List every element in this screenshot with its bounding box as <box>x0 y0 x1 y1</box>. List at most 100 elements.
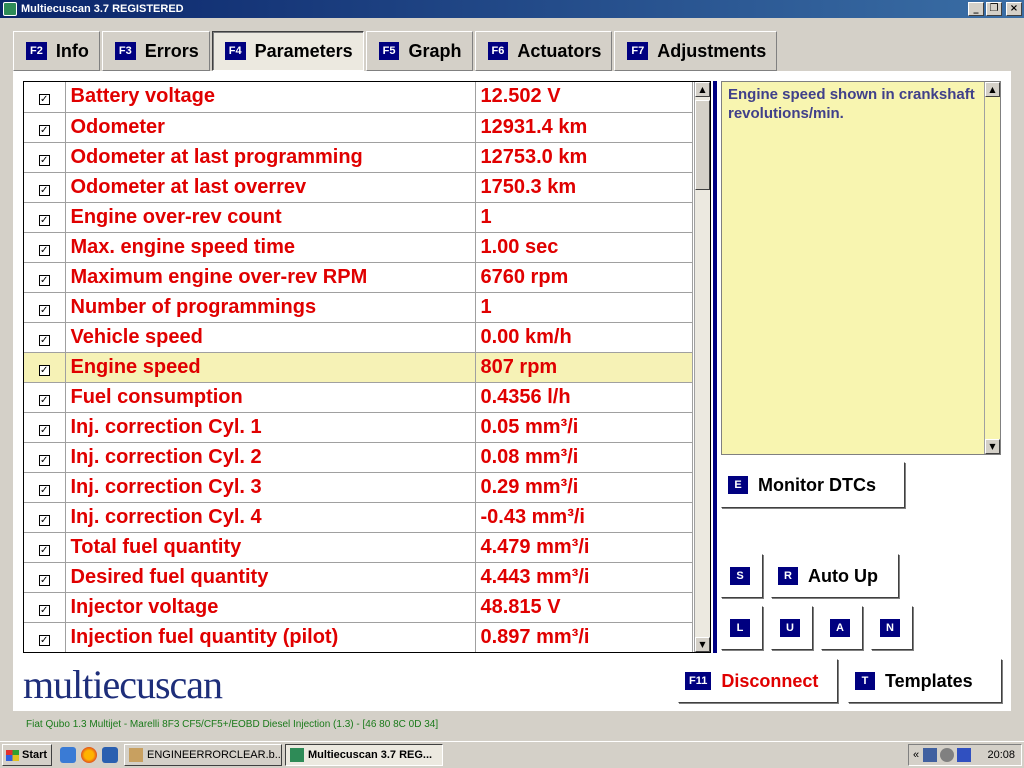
parameter-checkbox-cell[interactable]: ✓ <box>24 172 66 203</box>
parameter-checkbox[interactable]: ✓ <box>38 394 50 406</box>
auto-up-button[interactable]: R Auto Up <box>771 554 899 598</box>
parameter-checkbox[interactable]: ✓ <box>38 484 50 496</box>
tab-actuators[interactable]: F6 Actuators <box>474 31 613 71</box>
parameter-row[interactable]: ✓ Engine over-rev count 1 <box>24 202 693 233</box>
parameter-row[interactable]: ✓ Injector voltage 48.815 V <box>24 592 693 623</box>
parameter-checkbox-cell[interactable]: ✓ <box>24 262 66 293</box>
parameter-row[interactable]: ✓ Odometer at last programming 12753.0 km <box>24 142 693 173</box>
parameter-row[interactable]: ✓ Desired fuel quantity 4.443 mm³/i <box>24 562 693 593</box>
parameter-row[interactable]: ✓ Max. engine speed time 1.00 sec <box>24 232 693 263</box>
parameter-checkbox[interactable]: ✓ <box>38 244 50 256</box>
parameter-checkbox-cell[interactable]: ✓ <box>24 292 66 323</box>
close-button[interactable]: × <box>1006 2 1022 16</box>
parameter-checkbox-cell[interactable]: ✓ <box>24 112 66 143</box>
parameter-checkbox[interactable]: ✓ <box>38 514 50 526</box>
parameter-checkbox-cell[interactable]: ✓ <box>24 562 66 593</box>
firefox-icon[interactable] <box>81 747 97 763</box>
parameter-checkbox[interactable]: ✓ <box>38 364 50 376</box>
scroll-up-arrow-icon[interactable]: ▲ <box>985 82 1000 97</box>
templates-button[interactable]: T Templates <box>848 659 1002 703</box>
parameter-value: 0.08 mm³/i <box>475 442 693 473</box>
scroll-up-arrow-icon[interactable]: ▲ <box>695 82 710 97</box>
parameter-row[interactable]: ✓ Engine speed 807 rpm <box>24 352 693 383</box>
security-icon[interactable] <box>957 748 972 762</box>
parameter-row[interactable]: ✓ Odometer at last overrev 1750.3 km <box>24 172 693 203</box>
app-icon <box>3 2 17 16</box>
u-button[interactable]: U <box>771 606 813 650</box>
tab-info[interactable]: F2 Info <box>13 31 100 71</box>
parameter-row[interactable]: ✓ Total fuel quantity 4.479 mm³/i <box>24 532 693 563</box>
scroll-thumb[interactable] <box>695 100 710 190</box>
description-scrollbar[interactable]: ▲ ▼ <box>984 82 1000 454</box>
tab-errors[interactable]: F3 Errors <box>101 31 210 71</box>
parameter-checkbox-cell[interactable]: ✓ <box>24 592 66 623</box>
start-button[interactable]: Start <box>2 744 52 766</box>
parameter-checkbox[interactable]: ✓ <box>38 454 50 466</box>
parameter-checkbox[interactable]: ✓ <box>38 304 50 316</box>
parameter-checkbox[interactable]: ✓ <box>38 124 50 136</box>
monitor-dtcs-button[interactable]: E Monitor DTCs <box>721 462 905 508</box>
volume-icon[interactable] <box>940 748 955 762</box>
parameter-checkbox-cell[interactable]: ✓ <box>24 472 66 503</box>
parameter-checkbox[interactable]: ✓ <box>38 94 50 106</box>
a-button[interactable]: A <box>821 606 863 650</box>
parameter-row[interactable]: ✓ Number of programmings 1 <box>24 292 693 323</box>
parameter-checkbox-cell[interactable]: ✓ <box>24 232 66 263</box>
tab-adjustments[interactable]: F7 Adjustments <box>614 31 778 71</box>
parameter-row[interactable]: ✓ Injection fuel quantity (pilot) 0.897 mm… <box>24 622 693 652</box>
parameter-row[interactable]: ✓ Inj. correction Cyl. 4 -0.43 mm³/i <box>24 502 693 533</box>
parameter-row[interactable]: ✓ Inj. correction Cyl. 3 0.29 mm³/i <box>24 472 693 503</box>
n-button[interactable]: N <box>871 606 913 650</box>
tab-graph[interactable]: F5 Graph <box>365 31 473 71</box>
taskbar-item-label: Multiecuscan 3.7 REG... <box>308 749 433 761</box>
parameter-checkbox-cell[interactable]: ✓ <box>24 412 66 443</box>
parameter-checkbox-cell[interactable]: ✓ <box>24 322 66 353</box>
parameter-checkbox-cell[interactable]: ✓ <box>24 142 66 173</box>
parameter-row[interactable]: ✓ Inj. correction Cyl. 1 0.05 mm³/i <box>24 412 693 443</box>
s-button[interactable]: S <box>721 554 763 598</box>
parameter-checkbox-cell[interactable]: ✓ <box>24 442 66 473</box>
parameter-checkbox[interactable]: ✓ <box>38 544 50 556</box>
parameter-checkbox[interactable]: ✓ <box>38 574 50 586</box>
parameter-row[interactable]: ✓ Battery voltage 12.502 V <box>24 82 693 113</box>
parameter-row[interactable]: ✓ Vehicle speed 0.00 km/h <box>24 322 693 353</box>
parameter-checkbox-cell[interactable]: ✓ <box>24 532 66 563</box>
parameter-row[interactable]: ✓ Inj. correction Cyl. 2 0.08 mm³/i <box>24 442 693 473</box>
parameter-checkbox-cell[interactable]: ✓ <box>24 82 66 113</box>
scroll-down-arrow-icon[interactable]: ▼ <box>985 439 1000 454</box>
tab-label: Graph <box>408 40 462 61</box>
tray-expand-icon[interactable]: « <box>913 749 919 761</box>
taskbar-item-multiecuscan[interactable]: Multiecuscan 3.7 REG... <box>285 744 443 766</box>
parameter-checkbox[interactable]: ✓ <box>38 184 50 196</box>
taskbar-item-engineerrorclear[interactable]: ENGINEERRORCLEAR.b... <box>124 744 282 766</box>
internet-explorer-icon[interactable] <box>102 747 118 763</box>
restore-button[interactable]: ❐ <box>986 2 1002 16</box>
parameter-checkbox-cell[interactable]: ✓ <box>24 502 66 533</box>
parameter-row[interactable]: ✓ Fuel consumption 0.4356 l/h <box>24 382 693 413</box>
parameter-checkbox[interactable]: ✓ <box>38 634 50 646</box>
parameter-checkbox-cell[interactable]: ✓ <box>24 352 66 383</box>
parameter-list-scrollbar[interactable]: ▲ ▼ <box>694 82 710 652</box>
parameter-row[interactable]: ✓ Odometer 12931.4 km <box>24 112 693 143</box>
parameter-value: 12.502 V <box>475 82 693 113</box>
parameter-row[interactable]: ✓ Maximum engine over-rev RPM 6760 rpm <box>24 262 693 293</box>
parameter-checkbox-cell[interactable]: ✓ <box>24 202 66 233</box>
scroll-down-arrow-icon[interactable]: ▼ <box>695 637 710 652</box>
vehicle-ecu-status: Fiat Qubo 1.3 Multijet - Marelli 8F3 CF5… <box>26 719 439 730</box>
start-label: Start <box>22 749 48 761</box>
disconnect-button[interactable]: F11 Disconnect <box>678 659 838 703</box>
parameter-checkbox[interactable]: ✓ <box>38 154 50 166</box>
tab-parameters[interactable]: F4 Parameters <box>211 31 364 71</box>
minimize-button[interactable]: _ <box>968 2 984 16</box>
parameter-checkbox[interactable]: ✓ <box>38 334 50 346</box>
parameter-checkbox[interactable]: ✓ <box>38 424 50 436</box>
parameter-checkbox-cell[interactable]: ✓ <box>24 382 66 413</box>
parameter-checkbox[interactable]: ✓ <box>38 274 50 286</box>
parameter-checkbox[interactable]: ✓ <box>38 604 50 616</box>
parameter-checkbox[interactable]: ✓ <box>38 214 50 226</box>
key-badge: S <box>730 567 750 585</box>
network-icon[interactable] <box>923 748 938 762</box>
show-desktop-icon[interactable] <box>60 747 76 763</box>
parameter-checkbox-cell[interactable]: ✓ <box>24 622 66 652</box>
l-button[interactable]: L <box>721 606 763 650</box>
